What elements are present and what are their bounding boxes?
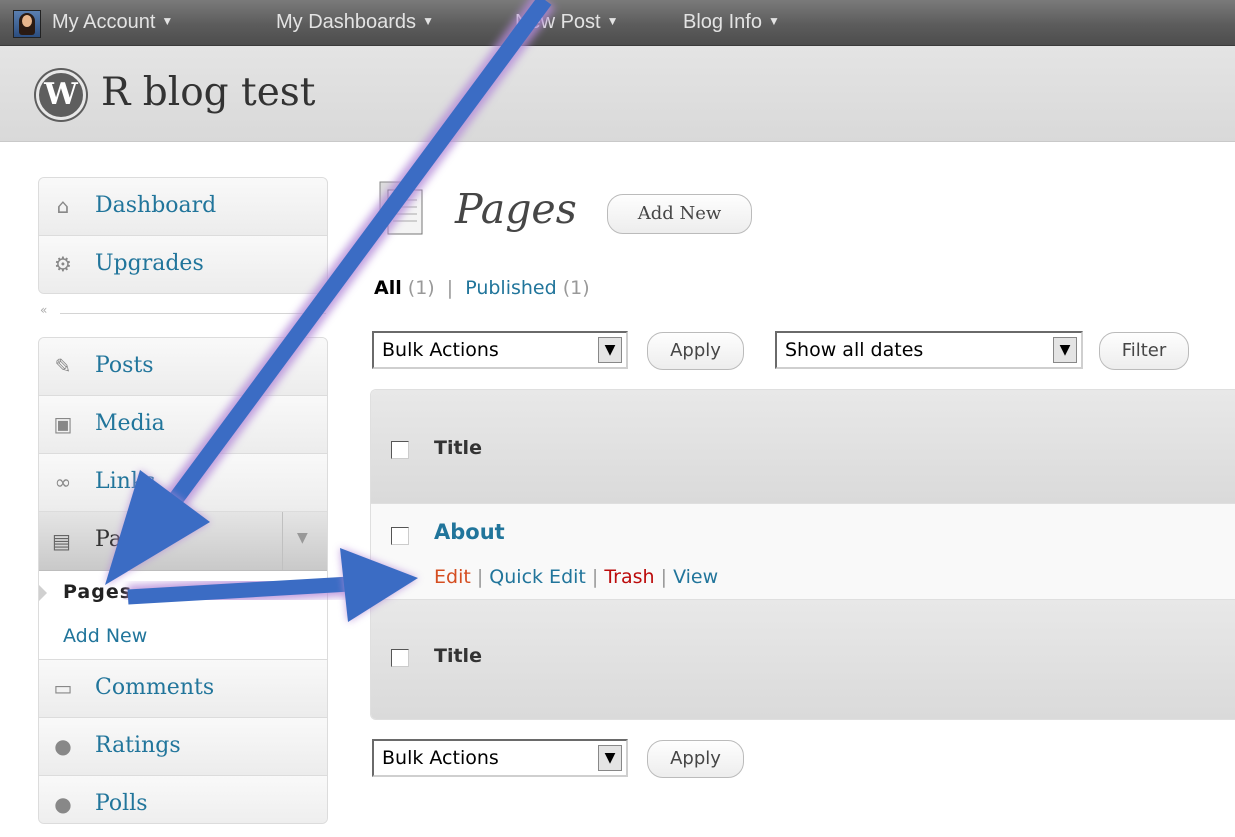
table-header: Title (371, 390, 1235, 503)
sidebar-item-label: Comments (95, 675, 215, 700)
sidebar-item-label: Links (95, 469, 156, 494)
filter-published-count: (1) (562, 277, 590, 299)
caret-down-icon: ▼ (161, 14, 174, 28)
sidebar-item-label: Pages (95, 527, 161, 552)
sidebar-item-posts[interactable]: ✎ Posts (39, 338, 327, 396)
sidebar-item-label: Media (95, 411, 165, 436)
submenu-item-pages[interactable]: Pages (39, 571, 327, 615)
pages-icon: ▤ (52, 529, 71, 553)
pin-icon: ✎ (54, 354, 72, 378)
speech-bubble-icon: ▭ (53, 676, 73, 700)
submenu-item-add-new[interactable]: Add New (39, 615, 327, 660)
filter-all-count: (1) (407, 277, 435, 299)
site-header: W R blog test (0, 46, 1235, 142)
sidebar-item-label: Ratings (95, 733, 181, 758)
status-filter-links: All (1) | Published (1) (374, 277, 590, 299)
house-icon: ⌂ (56, 194, 70, 218)
dates-select[interactable]: Show all dates ▼ (775, 331, 1083, 369)
sidebar-item-label: Posts (95, 353, 154, 378)
admin-bar: My Account ▼ My Dashboards ▼ New Post ▼ Blo… (0, 0, 1235, 46)
pages-table: Title About Edit | Quick Edit | Trash | … (370, 389, 1235, 720)
select-value: Show all dates (785, 339, 924, 361)
sidebar-item-dashboard[interactable]: ⌂ Dashboard (39, 178, 327, 236)
admin-menu-my-dashboards[interactable]: My Dashboards ▼ (276, 11, 434, 34)
avatar[interactable] (13, 10, 41, 38)
admin-menu-blog-info[interactable]: Blog Info ▼ (683, 11, 780, 34)
view-link[interactable]: View (673, 566, 718, 588)
circle-icon: ● (54, 792, 72, 816)
admin-menu-my-account[interactable]: My Account ▼ (52, 11, 173, 34)
action-separator: | (591, 566, 599, 588)
caret-down-icon: ▼ (606, 14, 619, 28)
sidebar-item-links[interactable]: ∞ Links (39, 454, 327, 512)
avatar-face (22, 15, 32, 27)
chain-link-icon: ∞ (54, 470, 72, 494)
admin-menu-new-post[interactable]: New Post ▼ (515, 11, 618, 34)
row-actions: Edit | Quick Edit | Trash | View (434, 566, 718, 588)
table-row: About Edit | Quick Edit | Trash | View (371, 503, 1235, 600)
circle-icon: ● (54, 734, 72, 758)
filter-separator: | (446, 277, 454, 299)
caret-down-icon: ▼ (767, 14, 780, 28)
row-checkbox[interactable] (391, 527, 409, 545)
site-title[interactable]: R blog test (101, 70, 315, 115)
admin-menu-label: New Post (515, 11, 601, 33)
admin-menu-label: Blog Info (683, 11, 762, 33)
row-title-link[interactable]: About (434, 520, 505, 544)
action-separator: | (476, 566, 484, 588)
filter-button[interactable]: Filter (1099, 332, 1189, 370)
select-all-checkbox-bottom[interactable] (391, 649, 409, 667)
select-all-checkbox-top[interactable] (391, 441, 409, 459)
admin-menu-label: My Account (52, 11, 156, 33)
admin-menu-label: My Dashboards (276, 11, 417, 33)
column-footer-title[interactable]: Title (434, 645, 482, 667)
submenu-item-label: Add New (63, 625, 148, 647)
apply-button-top[interactable]: Apply (647, 332, 744, 370)
pages-icon (379, 181, 423, 235)
sidebar-item-upgrades[interactable]: ⚙ Upgrades (39, 236, 327, 293)
filter-published[interactable]: Published (465, 277, 556, 299)
submenu-item-label: Pages (63, 581, 133, 603)
filter-all[interactable]: All (374, 277, 402, 299)
dropdown-arrow-icon: ▼ (598, 337, 622, 363)
sidebar-item-label: Upgrades (95, 251, 204, 276)
bulk-actions-select-bottom[interactable]: Bulk Actions ▼ (372, 739, 628, 777)
trash-link[interactable]: Trash (604, 566, 654, 588)
page-title: Pages (455, 185, 577, 233)
sidebar-item-label: Dashboard (95, 193, 217, 218)
sidebar-item-ratings[interactable]: ● Ratings (39, 718, 327, 776)
sidebar-item-pages[interactable]: ▤ Pages ▼ (39, 512, 327, 571)
dropdown-arrow-icon: ▼ (1053, 337, 1077, 363)
submenu-toggle[interactable]: ▼ (282, 512, 327, 570)
quick-edit-link[interactable]: Quick Edit (489, 566, 586, 588)
chevron-down-icon: ▼ (297, 530, 308, 546)
bulk-actions-select-top[interactable]: Bulk Actions ▼ (372, 331, 628, 369)
sidebar-item-label: Polls (95, 791, 148, 816)
wordpress-logo-icon[interactable]: W (36, 70, 86, 120)
add-new-button[interactable]: Add New (607, 194, 752, 234)
media-icon: ▣ (53, 412, 73, 436)
apply-button-bottom[interactable]: Apply (647, 740, 744, 778)
dropdown-arrow-icon: ▼ (598, 745, 622, 771)
edit-link[interactable]: Edit (434, 566, 471, 588)
sidebar-item-comments[interactable]: ▭ Comments (39, 660, 327, 718)
column-header-title[interactable]: Title (434, 437, 482, 459)
sidebar-item-polls[interactable]: ● Polls (39, 776, 327, 823)
sidebar-item-media[interactable]: ▣ Media (39, 396, 327, 454)
gear-icon: ⚙ (54, 252, 72, 276)
sidebar-top-group: ⌂ Dashboard ⚙ Upgrades (38, 177, 328, 294)
collapse-menu[interactable]: « (38, 303, 326, 323)
select-value: Bulk Actions (382, 747, 499, 769)
caret-down-icon: ▼ (422, 14, 434, 28)
divider (60, 313, 326, 314)
current-indicator-icon (39, 585, 47, 601)
action-separator: | (660, 566, 668, 588)
table-footer: Title (371, 600, 1235, 719)
collapse-arrows-icon: « (40, 303, 48, 317)
sidebar-main-group: ✎ Posts ▣ Media ∞ Links ▤ Pages ▼ Pages … (38, 337, 328, 824)
select-value: Bulk Actions (382, 339, 499, 361)
